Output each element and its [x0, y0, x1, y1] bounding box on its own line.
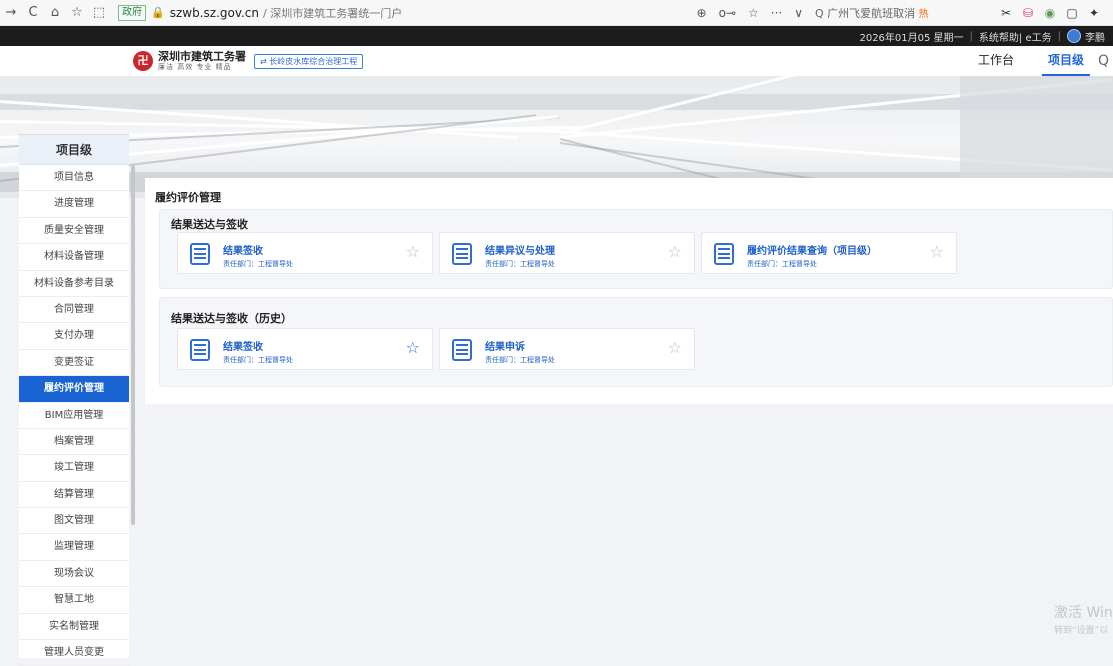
card-title: 履约评价结果查询（项目级） [747, 246, 877, 257]
org-name: 深圳市建筑工务署 [158, 50, 246, 63]
avatar[interactable] [1067, 29, 1081, 43]
browser-toolbar: → C ⌂ ☆ ⬚ 政府 🔒 szwb.sz.gov.cn / 深圳市建筑工务署… [0, 0, 1113, 26]
sidebar-item[interactable]: 图文管理 [19, 508, 129, 535]
sidebar: 项目级 项目信息 进度管理 质量安全管理 材料设备管理 材料设备参考目录 合同管理 支付办理… [19, 134, 129, 666]
info-bar: 2026年01月05 星期一 | 系统帮助| e工务 | 李鹏 [0, 26, 1113, 46]
reload-icon[interactable]: C [22, 0, 44, 26]
star-icon[interactable]: ☆ [930, 244, 944, 260]
date-text: 2026年01月05 星期一 [859, 32, 964, 44]
translate-icon[interactable]: ◉ [1039, 6, 1061, 20]
sidebar-item[interactable]: 履约评价管理 [19, 376, 129, 403]
address-path[interactable]: / 深圳市建筑工务署统一门户 [263, 5, 402, 21]
logo: 深圳市建筑工务署 廉洁 高效 专业 精品 [158, 51, 246, 71]
card-dept: 责任部门：工程督导处 [223, 356, 293, 364]
card-title: 结果签收 [223, 342, 263, 353]
extension-icon[interactable]: ⬚ [88, 0, 110, 26]
sidebar-item[interactable]: 档案管理 [19, 429, 129, 456]
sidebar-item[interactable]: 竣工管理 [19, 455, 129, 482]
puzzle-icon[interactable]: ✦ [1083, 6, 1105, 20]
sidebar-item[interactable]: 监理管理 [19, 534, 129, 561]
browser-search-box[interactable]: Q 广州飞爱航班取消 热 [815, 5, 965, 21]
star-icon[interactable]: ☆ [406, 340, 420, 356]
sidebar-item[interactable]: 结算管理 [19, 482, 129, 509]
more-icon[interactable]: ··· [771, 6, 782, 20]
bookmark-icon[interactable]: ☆ [66, 0, 88, 26]
sidebar-item[interactable]: 进度管理 [19, 191, 129, 218]
address-domain[interactable]: szwb.sz.gov.cn [170, 6, 259, 20]
star-icon[interactable]: ☆ [668, 244, 682, 260]
site-header: 卍 深圳市建筑工务署 廉洁 高效 专业 精品 ⇄ 长岭皮水库综合治理工程 工作台… [0, 46, 1113, 76]
scissors-icon[interactable]: ✂ [995, 6, 1017, 20]
sidebar-item[interactable]: 项目信息 [19, 165, 129, 192]
card-dept: 责任部门：工程督导处 [747, 260, 817, 268]
document-icon [190, 243, 210, 265]
main-panel: 履约评价管理 结果送达与签收 结果签收 责任部门：工程督导处 ☆ 结果异议与处理… [145, 178, 1113, 404]
search-icon: Q [815, 6, 828, 20]
sidebar-item[interactable]: 合同管理 [19, 297, 129, 324]
sidebar-item[interactable]: 智慧工地 [19, 587, 129, 614]
nav-workbench[interactable]: 工作台 [978, 46, 1014, 76]
system-help-link[interactable]: 系统帮助| e工务 [979, 29, 1052, 44]
activation-watermark-sub: 转到“设置”以 [1054, 626, 1109, 636]
sidebar-item[interactable]: 变更签证 [19, 350, 129, 377]
header-nav: 工作台 项目级 Q [978, 46, 1113, 76]
card-objection[interactable]: 结果异议与处理 责任部门：工程督导处 ☆ [439, 232, 695, 274]
switch-icon: ⇄ [260, 56, 270, 66]
logo-icon: 卍 [133, 51, 153, 71]
star-icon[interactable]: ☆ [406, 244, 420, 260]
zoom-icon[interactable]: ⊕ [697, 6, 707, 20]
chevron-down-icon[interactable]: ∨ [794, 6, 803, 20]
project-selector[interactable]: ⇄ 长岭皮水库综合治理工程 [254, 53, 364, 69]
star-icon[interactable]: ☆ [668, 340, 682, 356]
card-title: 结果申诉 [485, 342, 525, 353]
sidebar-item[interactable]: 材料设备参考目录 [19, 271, 129, 297]
sidebar-item[interactable]: 支付办理 [19, 323, 129, 350]
hot-badge: 热 [918, 8, 929, 20]
card-appeal[interactable]: 结果申诉 责任部门：工程督导处 ☆ [439, 328, 695, 370]
card-dept: 责任部门：工程督导处 [485, 356, 555, 364]
user-name[interactable]: 李鹏 [1085, 29, 1105, 44]
nav-project-level[interactable]: 项目级 [1041, 46, 1090, 76]
group-title: 结果送达与签收（历史） [171, 312, 292, 325]
forward-icon[interactable]: → [0, 0, 22, 26]
org-motto: 廉洁 高效 专业 精品 [158, 63, 232, 71]
group-history: 结果送达与签收（历史） 结果签收 责任部门：工程督导处 ☆ 结果申诉 责任部门：… [159, 297, 1113, 387]
project-name: 长岭皮水库综合治理工程 [269, 56, 358, 66]
sidebar-title: 项目级 [19, 135, 129, 165]
card-dept: 责任部门：工程督导处 [223, 260, 293, 268]
card-result-sign-history[interactable]: 结果签收 责任部门：工程督导处 ☆ [177, 328, 433, 370]
star-icon[interactable]: ☆ [748, 6, 759, 20]
card-result-query[interactable]: 履约评价结果查询（项目级） 责任部门：工程督导处 ☆ [701, 232, 957, 274]
sidebar-item[interactable]: BIM应用管理 [19, 403, 129, 429]
sidebar-item[interactable]: 材料设备管理 [19, 244, 129, 271]
lock-icon: 🔒 [151, 6, 165, 19]
window-icon[interactable]: ▢ [1061, 6, 1083, 20]
group-title: 结果送达与签收 [171, 218, 248, 231]
key-icon[interactable]: o⊸ [719, 6, 736, 20]
search-icon[interactable]: Q [1098, 53, 1109, 69]
activation-watermark: 激活 Wind [1054, 605, 1113, 621]
card-title: 结果签收 [223, 246, 263, 257]
browser-right-tools: ✂ ⛁ ◉ ▢ ✦ [995, 6, 1105, 20]
home-icon[interactable]: ⌂ [44, 0, 66, 26]
page-title: 履约评价管理 [155, 191, 221, 204]
sidebar-item[interactable]: 管理人员变更 [19, 640, 129, 666]
card-dept: 责任部门：工程督导处 [485, 260, 555, 268]
search-text: 广州飞爱航班取消 [827, 6, 916, 20]
game-icon[interactable]: ⛁ [1017, 6, 1039, 20]
document-icon [452, 243, 472, 265]
sidebar-item[interactable]: 实名制管理 [19, 614, 129, 641]
site-badge: 政府 [118, 4, 146, 21]
card-title: 结果异议与处理 [485, 246, 555, 257]
sidebar-scrollbar[interactable] [131, 165, 135, 525]
sidebar-item[interactable]: 质量安全管理 [19, 218, 129, 245]
document-icon [452, 339, 472, 361]
card-result-sign[interactable]: 结果签收 责任部门：工程督导处 ☆ [177, 232, 433, 274]
sidebar-item[interactable]: 现场会议 [19, 561, 129, 588]
sidebar-menu: 项目信息 进度管理 质量安全管理 材料设备管理 材料设备参考目录 合同管理 支付办理 变更签证… [19, 165, 129, 666]
document-icon [714, 243, 734, 265]
document-icon [190, 339, 210, 361]
group-delivery: 结果送达与签收 结果签收 责任部门：工程督导处 ☆ 结果异议与处理 责任部门：工… [159, 209, 1113, 289]
